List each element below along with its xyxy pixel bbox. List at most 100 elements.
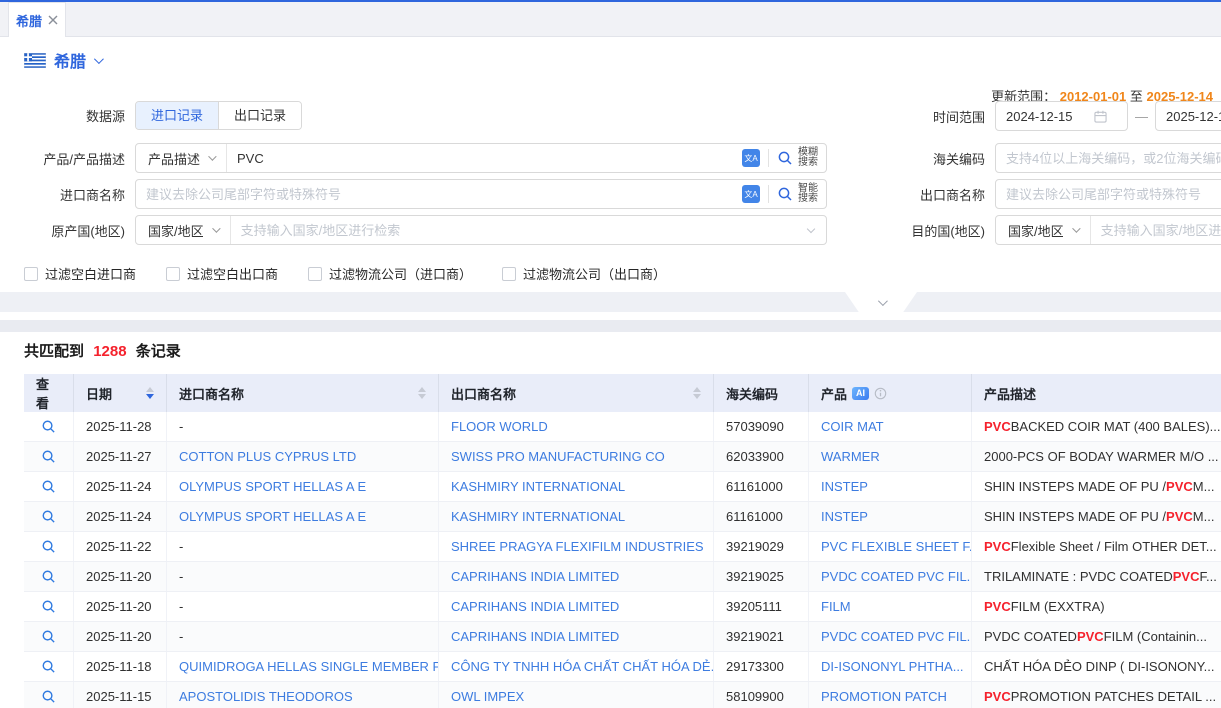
- product-link[interactable]: COIR MAT: [821, 419, 884, 434]
- exporter-link[interactable]: SWISS PRO MANUFACTURING CO: [451, 449, 665, 464]
- product-type-select[interactable]: 产品描述: [136, 144, 227, 172]
- product-link[interactable]: PVDC COATED PVC FIL...: [821, 569, 972, 584]
- product-link[interactable]: INSTEP: [821, 479, 868, 494]
- description-text: M...: [1193, 509, 1215, 524]
- importer-label: 进口商名称: [0, 185, 135, 204]
- importer-link[interactable]: OLYMPUS SPORT HELLAS A E: [179, 479, 366, 494]
- product-cell: FILM: [809, 592, 972, 621]
- filter-checkbox-2[interactable]: 过滤物流公司（进口商）: [308, 264, 472, 283]
- view-cell[interactable]: [24, 562, 74, 591]
- product-link[interactable]: PVC FLEXIBLE SHEET F...: [821, 539, 972, 554]
- date-cell: 2025-11-24: [74, 502, 167, 531]
- date-cell: 2025-11-18: [74, 652, 167, 681]
- results-summary: 共匹配到 1288 条记录: [24, 340, 181, 361]
- column-header-3[interactable]: 出口商名称: [439, 374, 714, 412]
- filter-checkbox-3[interactable]: 过滤物流公司（出口商）: [502, 264, 666, 283]
- chevron-down-icon[interactable]: [94, 54, 104, 64]
- importer-link[interactable]: OLYMPUS SPORT HELLAS A E: [179, 509, 366, 524]
- tab-title: 希腊: [16, 11, 42, 30]
- destination-row: 目的国(地区) 国家/地区: [780, 215, 1221, 245]
- importer-link[interactable]: QUIMIDROGA HELLAS SINGLE MEMBER PC: [179, 659, 439, 674]
- exporter-link[interactable]: FLOOR WORLD: [451, 419, 548, 434]
- product-cell: PVC FLEXIBLE SHEET F...: [809, 532, 972, 561]
- product-link[interactable]: PROMOTION PATCH: [821, 689, 947, 704]
- product-link[interactable]: DI-ISONONYL PHTHA...: [821, 659, 964, 674]
- product-link[interactable]: PVDC COATED PVC FIL...: [821, 629, 972, 644]
- filter-checkbox-1[interactable]: 过滤空白出口商: [166, 264, 278, 283]
- checkbox-icon[interactable]: [24, 267, 38, 281]
- checkbox-icon[interactable]: [166, 267, 180, 281]
- exporter-link[interactable]: KASHMIRY INTERNATIONAL: [451, 509, 625, 524]
- origin-input[interactable]: [231, 216, 808, 244]
- sort-control[interactable]: [693, 387, 701, 399]
- column-header-1[interactable]: 日期: [74, 374, 167, 412]
- date-cell: 2025-11-27: [74, 442, 167, 471]
- column-header-2[interactable]: 进口商名称: [167, 374, 439, 412]
- exporter-input[interactable]: [996, 180, 1221, 208]
- exporter-link[interactable]: SHREE PRAGYA FLEXIFILM INDUSTRIES: [451, 539, 704, 554]
- toggle-import-records[interactable]: 进口记录: [136, 102, 218, 129]
- view-cell[interactable]: [24, 472, 74, 501]
- view-cell[interactable]: [24, 652, 74, 681]
- tab-greece[interactable]: 希腊: [8, 2, 66, 37]
- product-link[interactable]: INSTEP: [821, 509, 868, 524]
- sort-control[interactable]: [418, 387, 426, 399]
- sort-control[interactable]: [146, 387, 154, 399]
- exporter-link[interactable]: CAPRIHANS INDIA LIMITED: [451, 629, 619, 644]
- exporter-link[interactable]: CAPRIHANS INDIA LIMITED: [451, 599, 619, 614]
- view-record-icon[interactable]: [41, 569, 56, 584]
- close-icon[interactable]: [48, 15, 58, 25]
- view-record-icon[interactable]: [41, 449, 56, 464]
- toggle-export-records[interactable]: 出口记录: [218, 102, 301, 129]
- exporter-link[interactable]: OWL IMPEX: [451, 689, 524, 704]
- table-row: 2025-11-24 OLYMPUS SPORT HELLAS A E KASHMI…: [24, 502, 1221, 532]
- destination-input[interactable]: [1091, 216, 1221, 244]
- origin-type-select[interactable]: 国家/地区: [136, 216, 231, 244]
- importer-link[interactable]: APOSTOLIDIS THEODOROS: [179, 689, 353, 704]
- exporter-link[interactable]: KASHMIRY INTERNATIONAL: [451, 479, 625, 494]
- view-cell[interactable]: [24, 532, 74, 561]
- checkbox-icon[interactable]: [308, 267, 322, 281]
- product-link[interactable]: FILM: [821, 599, 851, 614]
- view-record-icon[interactable]: [41, 509, 56, 524]
- view-record-icon[interactable]: [41, 539, 56, 554]
- view-record-icon[interactable]: [41, 659, 56, 674]
- view-record-icon[interactable]: [41, 599, 56, 614]
- info-icon[interactable]: [874, 387, 887, 400]
- view-cell[interactable]: [24, 592, 74, 621]
- destination-type-select[interactable]: 国家/地区: [996, 216, 1091, 244]
- column-label: 出口商名称: [451, 384, 516, 403]
- view-cell[interactable]: [24, 682, 74, 708]
- hs-code-input[interactable]: [996, 144, 1221, 172]
- exporter-link[interactable]: CÔNG TY TNHH HÓA CHẤT CHẤT HÓA DẺ...: [451, 659, 714, 674]
- product-link[interactable]: WARMER: [821, 449, 880, 464]
- view-record-icon[interactable]: [41, 419, 56, 434]
- exporter-row: 出口商名称: [780, 179, 1221, 209]
- product-search-input[interactable]: [227, 144, 742, 172]
- importer-row: 进口商名称 文A 智能搜索: [0, 179, 827, 209]
- date-start-field[interactable]: [995, 101, 1128, 131]
- date-start-input[interactable]: [1006, 109, 1094, 124]
- importer-input[interactable]: [136, 180, 742, 208]
- view-record-icon[interactable]: [41, 689, 56, 704]
- importer-cell: -: [167, 412, 439, 441]
- view-record-icon[interactable]: [41, 629, 56, 644]
- view-cell[interactable]: [24, 412, 74, 441]
- checkbox-label: 过滤物流公司（出口商）: [523, 264, 666, 283]
- date-end-field[interactable]: [1155, 101, 1221, 131]
- view-record-icon[interactable]: [41, 479, 56, 494]
- view-cell[interactable]: [24, 442, 74, 471]
- translate-icon[interactable]: 文A: [742, 185, 760, 203]
- exporter-label: 出口商名称: [780, 185, 995, 204]
- translate-icon[interactable]: 文A: [742, 149, 760, 167]
- product-label: 产品/产品描述: [0, 149, 135, 168]
- destination-group: 国家/地区: [995, 215, 1221, 245]
- exporter-link[interactable]: CAPRIHANS INDIA LIMITED: [451, 569, 619, 584]
- filter-checkbox-0[interactable]: 过滤空白进口商: [24, 264, 136, 283]
- view-cell[interactable]: [24, 622, 74, 651]
- description-text: 2000-PCS OF BODAY WARMER M/O ...: [984, 449, 1219, 464]
- view-cell[interactable]: [24, 502, 74, 531]
- checkbox-icon[interactable]: [502, 267, 516, 281]
- importer-link[interactable]: COTTON PLUS CYPRUS LTD: [179, 449, 356, 464]
- date-end-input[interactable]: [1166, 109, 1221, 124]
